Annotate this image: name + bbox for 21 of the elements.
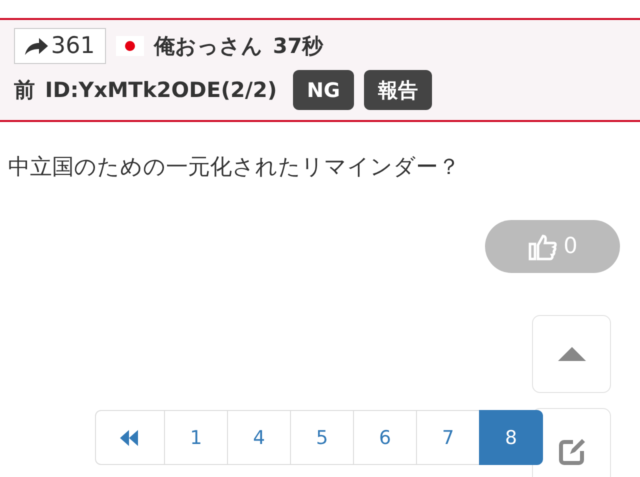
page-button[interactable]: 5 [290,410,354,465]
post-time: 37秒 [272,33,324,60]
scroll-top-button[interactable] [532,315,611,393]
action-button[interactable]: NG [292,70,354,110]
prev-link[interactable]: 前 [14,76,35,104]
share-count[interactable]: 361 [14,28,106,64]
page-button[interactable]: 4 [227,410,291,465]
up-triangle-icon [558,347,586,361]
page-button[interactable]: 7 [416,410,480,465]
first-page-button[interactable] [95,410,165,465]
page-button[interactable]: 6 [353,410,417,465]
page-button[interactable]: 1 [164,410,228,465]
double-left-icon [120,430,140,446]
page-button[interactable]: 8 [479,410,543,465]
share-arrow-icon [23,36,49,56]
action-button[interactable]: 報告 [364,70,432,110]
thumbs-up-icon [528,232,558,260]
author-name: 俺おっさん [154,33,263,60]
post-text: 中立国のための一元化されたリマインダー？ [8,154,461,182]
edit-icon [556,437,586,467]
user-id: ID:YxMTk2ODE(2/2) [45,78,277,102]
